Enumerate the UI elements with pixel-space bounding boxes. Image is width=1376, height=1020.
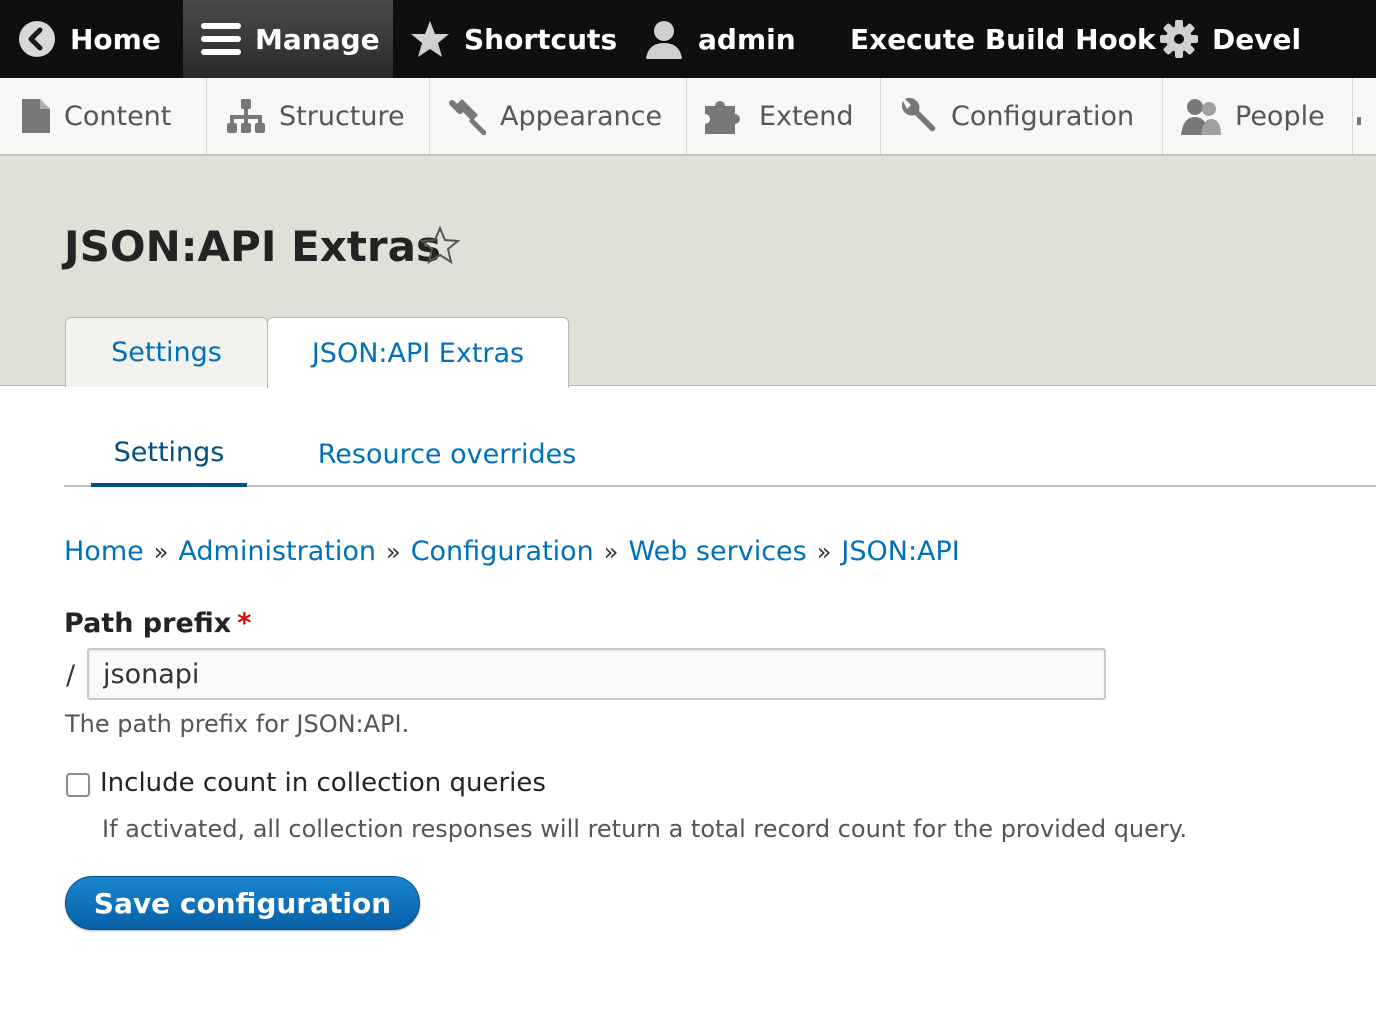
path-prefix-slash: /	[66, 660, 76, 691]
page-header: JSON:API Extras Settings JSON:API Extras	[0, 156, 1376, 388]
save-configuration-button[interactable]: Save configuration	[65, 876, 420, 930]
breadcrumb-separator: »	[386, 537, 401, 566]
people-icon	[1181, 97, 1221, 135]
puzzle-icon	[705, 98, 745, 134]
tab-settings-primary-label: Settings	[111, 337, 222, 368]
user-icon	[644, 19, 684, 59]
tray-item-overflow[interactable]	[1353, 78, 1376, 154]
tab-settings-primary[interactable]: Settings	[65, 317, 268, 387]
breadcrumb: Home » Administration » Configuration » …	[64, 536, 960, 567]
gear-icon	[1160, 20, 1198, 58]
breadcrumb-separator: »	[603, 537, 619, 566]
tab-resource-overrides[interactable]: Resource overrides	[304, 422, 590, 487]
tab-resource-overrides-label: Resource overrides	[317, 439, 577, 470]
tray-item-structure-label: Structure	[279, 100, 405, 132]
breadcrumb-separator: »	[816, 537, 832, 566]
breadcrumb-separator: »	[153, 537, 169, 566]
tray-item-appearance[interactable]: Appearance	[430, 78, 687, 154]
tray-item-appearance-label: Appearance	[500, 100, 663, 132]
star-icon	[410, 20, 450, 58]
tray-item-people[interactable]: People	[1163, 78, 1353, 154]
secondary-tabs: Settings Resource overrides	[64, 422, 1376, 487]
tab-settings-secondary-label: Settings	[113, 437, 225, 468]
chevron-left-circle-icon	[18, 20, 56, 58]
toolbar-home-label: Home	[70, 22, 161, 56]
tab-settings-secondary[interactable]: Settings	[91, 422, 247, 487]
toolbar-manage-label: Manage	[255, 22, 380, 56]
toolbar-shortcuts[interactable]: Shortcuts	[410, 0, 617, 78]
hamburger-menu-icon	[201, 22, 241, 56]
toolbar-devel[interactable]: Devel	[1160, 0, 1301, 78]
tab-jsonapi-extras[interactable]: JSON:API Extras	[267, 317, 569, 388]
tray-item-content[interactable]: Content	[0, 78, 207, 154]
tray-overflow-mark	[1357, 117, 1361, 125]
breadcrumb-home[interactable]: Home	[64, 536, 144, 567]
hierarchy-icon	[227, 99, 265, 133]
include-count-description: If activated, all collection responses w…	[102, 815, 1188, 843]
document-icon	[22, 99, 50, 133]
tray-item-people-label: People	[1235, 100, 1325, 132]
admin-toolbar: Home Manage Shortcuts admin Execute Buil…	[0, 0, 1376, 78]
tray-item-configuration-label: Configuration	[951, 100, 1135, 132]
tray-item-configuration[interactable]: Configuration	[881, 78, 1163, 154]
breadcrumb-jsonapi[interactable]: JSON:API	[841, 536, 959, 567]
breadcrumb-configuration[interactable]: Configuration	[411, 536, 594, 567]
include-count-checkbox[interactable]	[66, 773, 90, 797]
toolbar-user-label: admin	[698, 22, 796, 56]
path-prefix-description: The path prefix for JSON:API.	[65, 710, 410, 738]
toolbar-manage[interactable]: Manage	[183, 0, 393, 78]
toolbar-user[interactable]: admin	[644, 0, 796, 78]
path-prefix-label: Path prefix *	[64, 608, 251, 639]
path-prefix-label-text: Path prefix	[64, 608, 232, 639]
tray-item-extend-label: Extend	[759, 100, 854, 132]
breadcrumb-web-services[interactable]: Web services	[628, 536, 806, 567]
admin-tray: Content Structure Appearance Extend Conf…	[0, 78, 1376, 156]
toolbar-execute-build-hook[interactable]: Execute Build Hook	[850, 0, 1156, 78]
breadcrumb-administration[interactable]: Administration	[178, 536, 376, 567]
required-marker: *	[237, 608, 252, 639]
paintbrush-icon	[448, 97, 486, 135]
tray-item-extend[interactable]: Extend	[687, 78, 881, 154]
toolbar-execute-build-hook-label: Execute Build Hook	[850, 22, 1156, 56]
tab-jsonapi-extras-label: JSON:API Extras	[311, 337, 525, 369]
wrench-icon	[899, 97, 937, 135]
toolbar-home[interactable]: Home	[18, 0, 161, 78]
shortcut-star-icon[interactable]	[419, 225, 461, 268]
page-title: JSON:API Extras	[64, 222, 441, 271]
tray-item-structure[interactable]: Structure	[207, 78, 430, 154]
path-prefix-input[interactable]	[87, 648, 1106, 700]
toolbar-devel-label: Devel	[1212, 22, 1302, 56]
toolbar-shortcuts-label: Shortcuts	[464, 22, 618, 56]
include-count-label[interactable]: Include count in collection queries	[100, 768, 546, 798]
tray-item-content-label: Content	[64, 100, 172, 132]
